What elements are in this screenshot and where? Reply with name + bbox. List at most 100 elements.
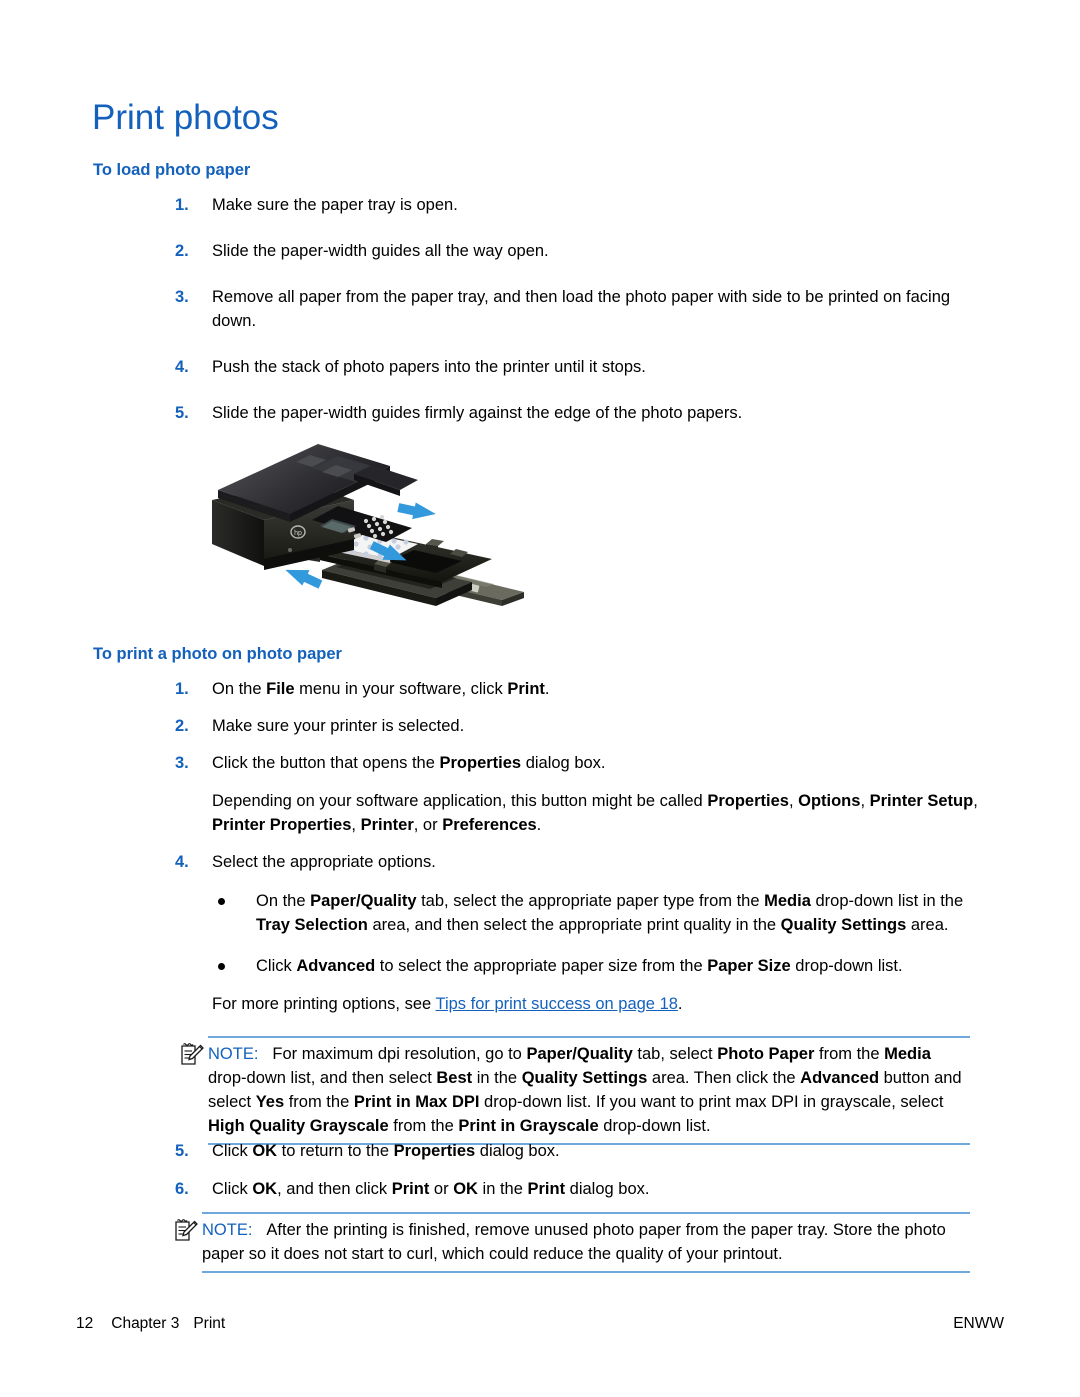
note-box-max-dpi: NOTE: For maximum dpi resolution, go to P… <box>178 1036 970 1145</box>
footer-chapter-title: Print <box>193 1315 226 1332</box>
text-fragment: in the <box>477 1180 528 1198</box>
ui-term: Yes <box>255 1093 285 1111</box>
text-fragment: For maximum dpi resolution, go to <box>272 1045 527 1063</box>
list-text: Select the appropriate options. <box>212 853 436 871</box>
text-fragment: Click <box>256 957 297 975</box>
list-text: On the File menu in your software, click… <box>212 677 972 701</box>
ui-term: Media <box>884 1045 931 1063</box>
ui-term: Paper/Quality <box>526 1045 633 1063</box>
link-tips-for-print-success[interactable]: Tips for print success on page 18 <box>435 995 677 1013</box>
list-number: 1. <box>175 680 189 698</box>
footer-locale: ENWW <box>953 1315 1004 1332</box>
bullet-dot-icon <box>218 963 225 970</box>
list-item: 5. Click OK to return to the Properties … <box>0 1139 1080 1163</box>
ui-term: Options <box>798 792 861 810</box>
ordered-list-print-photo-tail: 5. Click OK to return to the Properties … <box>0 1139 1080 1201</box>
ui-term: Best <box>436 1069 473 1087</box>
list-text: Click OK to return to the Properties dia… <box>212 1139 972 1163</box>
text-fragment: dialog box. <box>521 754 606 772</box>
arrow-right-guide-icon <box>397 502 436 520</box>
cross-reference-paragraph: For more printing options, see Tips for … <box>212 992 980 1016</box>
section-heading-print-photo: To print a photo on photo paper <box>93 645 342 663</box>
text-fragment: drop-down list. <box>790 957 903 975</box>
bullet-text: On the Paper/Quality tab, select the app… <box>256 889 972 937</box>
ordered-list-print-photo: 1. On the File menu in your software, cl… <box>0 677 1080 1016</box>
list-item: 3. Remove all paper from the paper tray,… <box>0 285 1080 333</box>
power-indicator-icon <box>288 548 292 552</box>
ordered-list-load-photo-paper: 1. Make sure the paper tray is open. 2. … <box>0 193 1080 425</box>
list-item: 6. Click OK, and then click Print or OK … <box>0 1177 1080 1201</box>
text-fragment: or <box>429 1180 454 1198</box>
footer-left: 12 Chapter 3 Print <box>76 1312 225 1336</box>
list-text: Push the stack of photo papers into the … <box>212 358 646 376</box>
ui-term: Quality Settings <box>521 1069 648 1087</box>
text-fragment: to select the appropriate paper size fro… <box>375 957 708 975</box>
note-pencil-icon <box>178 1040 206 1068</box>
text-fragment: , <box>973 792 978 810</box>
list-text: Click OK, and then click Print or OK in … <box>212 1177 972 1201</box>
text-fragment: drop-down list in the <box>810 892 964 910</box>
ui-term: Advanced <box>800 1069 880 1087</box>
text-fragment: Depending on your software application, … <box>212 792 708 810</box>
text-fragment: from the <box>284 1093 354 1111</box>
ui-term: Paper/Quality <box>310 892 417 910</box>
ui-term: Print <box>527 1180 566 1198</box>
text-fragment: . <box>536 816 542 834</box>
bullet-item: Click Advanced to select the appropriate… <box>0 954 1080 978</box>
printer-load-photo-paper-illustration: hp <box>204 404 534 624</box>
ui-term: Quality Settings <box>780 916 907 934</box>
text-fragment: , or <box>413 816 443 834</box>
list-number: 1. <box>175 196 189 214</box>
note-label: NOTE: <box>202 1221 253 1239</box>
ui-term: Printer Setup <box>869 792 974 810</box>
text-fragment: tab, select <box>632 1045 718 1063</box>
text-fragment: On the <box>256 892 311 910</box>
arrow-left-guide-icon <box>285 569 323 589</box>
note-label: NOTE: <box>208 1045 259 1063</box>
ui-term: Print <box>391 1180 430 1198</box>
list-item: 3. Click the button that opens the Prope… <box>0 751 1080 775</box>
ui-term: Properties <box>439 754 522 772</box>
text-fragment: . <box>677 995 683 1013</box>
text-fragment: menu in your software, click <box>294 680 508 698</box>
ui-term: Photo Paper <box>717 1045 815 1063</box>
text-fragment: , <box>351 816 361 834</box>
ui-term: OK <box>453 1180 478 1198</box>
page-title: Print photos <box>92 98 279 137</box>
text-fragment: from the <box>388 1117 459 1135</box>
page-footer: 12 Chapter 3 Print ENWW <box>0 1312 1080 1336</box>
text-fragment: , <box>860 792 870 810</box>
ui-term: Media <box>764 892 811 910</box>
ui-term: OK <box>252 1180 278 1198</box>
ui-term: Printer <box>360 816 414 834</box>
text-fragment: For more printing options, see <box>212 995 436 1013</box>
note-text: NOTE: For maximum dpi resolution, go to P… <box>208 1042 970 1138</box>
text-fragment: . <box>544 680 550 698</box>
text-fragment: drop-down list. If you want to print max… <box>479 1093 944 1111</box>
ui-term: Paper Size <box>707 957 791 975</box>
document-page: Print photos To load photo paper 1. Make… <box>0 0 1080 1397</box>
note-bottom-rule <box>202 1271 970 1273</box>
list-number: 2. <box>175 242 189 260</box>
text-fragment: Click <box>212 1142 253 1160</box>
list-item: 2. Make sure your printer is selected. <box>0 714 1080 738</box>
note-text: NOTE: After the printing is finished, rem… <box>202 1218 970 1266</box>
text-fragment: dialog box. <box>475 1142 560 1160</box>
list-number: 4. <box>175 358 189 376</box>
text-fragment: area. Then click the <box>647 1069 801 1087</box>
text-fragment: area, and then select the appropriate pr… <box>367 916 781 934</box>
list-text: Click the button that opens the Properti… <box>212 751 972 775</box>
ui-term: Tray Selection <box>256 916 368 934</box>
text-fragment: area. <box>906 916 949 934</box>
section-heading-load-photo-paper: To load photo paper <box>93 161 251 179</box>
list-item: 5. Slide the paper-width guides firmly a… <box>0 401 1080 425</box>
ui-term: Print in Max DPI <box>353 1093 480 1111</box>
text-fragment: in the <box>472 1069 522 1087</box>
text-fragment: dialog box. <box>565 1180 650 1198</box>
ui-term: OK <box>252 1142 278 1160</box>
step-note-paragraph: Depending on your software application, … <box>212 789 980 837</box>
footer-chapter-label: Chapter 3 <box>111 1315 180 1332</box>
ui-term: Properties <box>707 792 789 810</box>
ui-term: Properties <box>393 1142 476 1160</box>
text-fragment: Click the button that opens the <box>212 754 440 772</box>
